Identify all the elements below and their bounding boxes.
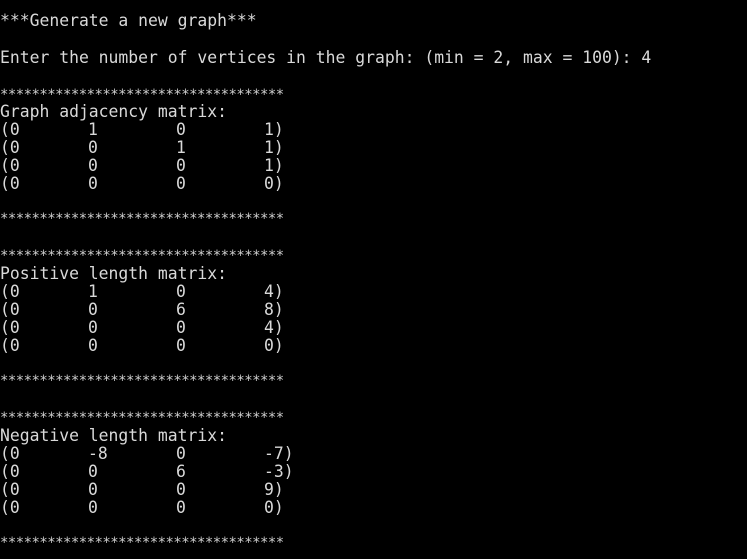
separator-line: ************************************ [0, 410, 284, 426]
matrix-cell: 0 [176, 480, 186, 499]
generate-graph-heading: ***Generate a new graph*** [0, 11, 257, 30]
matrix-cell: -7) [264, 444, 294, 463]
matrix-cell: 0 [176, 444, 186, 463]
matrix-cell: 0 [88, 462, 98, 481]
matrix-cell: 0 [176, 318, 186, 337]
matrix-cell: 6 [176, 300, 186, 319]
separator-line: ************************************ [0, 373, 284, 389]
matrix-cell: 1 [176, 138, 186, 157]
matrix-cell: 0 [176, 282, 186, 301]
matrix-cell: 1) [264, 156, 284, 175]
matrix-cell: (0 [0, 336, 20, 355]
matrix-cell: 4) [264, 318, 284, 337]
matrix-cell: 1 [88, 120, 98, 139]
matrix-cell: 0) [264, 174, 284, 193]
separator-line: ************************************ [0, 211, 284, 227]
matrix-cell: 0 [88, 156, 98, 175]
matrix-cell: (0 [0, 498, 20, 517]
matrix-cell: 0 [176, 120, 186, 139]
matrix-cell: (0 [0, 318, 20, 337]
matrix-cell: 1) [264, 120, 284, 139]
matrix-cell: 0) [264, 336, 284, 355]
matrix-cell: 0 [176, 336, 186, 355]
separator-line: ************************************ [0, 248, 284, 264]
matrix-cell: 0 [88, 138, 98, 157]
matrix-cell: 0 [176, 498, 186, 517]
matrix-cell: (0 [0, 282, 20, 301]
matrix-cell: (0 [0, 480, 20, 499]
matrix-cell: 6 [176, 462, 186, 481]
vertex-count-prompt: Enter the number of vertices in the grap… [0, 48, 652, 67]
matrix-cell: (0 [0, 120, 20, 139]
matrix-cell: 0 [176, 156, 186, 175]
matrix-cell: (0 [0, 156, 20, 175]
matrix-cell: 0 [88, 480, 98, 499]
matrix-cell: (0 [0, 138, 20, 157]
matrix-cell: -8 [88, 444, 108, 463]
matrix-cell: 0 [88, 174, 98, 193]
matrix-cell: 0 [88, 336, 98, 355]
separator-line: ************************************ [0, 87, 284, 103]
matrix-cell: (0 [0, 174, 20, 193]
negative-matrix-title: Negative length matrix: [0, 426, 227, 445]
matrix-cell: 0 [88, 498, 98, 517]
matrix-cell: (0 [0, 462, 20, 481]
matrix-cell: 1 [88, 282, 98, 301]
matrix-cell: 9) [264, 480, 284, 499]
matrix-cell: 0 [88, 300, 98, 319]
adjacency-matrix-title: Graph adjacency matrix: [0, 102, 227, 121]
matrix-cell: (0 [0, 444, 20, 463]
matrix-cell: 0) [264, 498, 284, 517]
matrix-cell: -3) [264, 462, 294, 481]
matrix-cell: (0 [0, 300, 20, 319]
matrix-cell: 0 [88, 318, 98, 337]
matrix-cell: 4) [264, 282, 284, 301]
matrix-cell: 8) [264, 300, 284, 319]
positive-matrix-title: Positive length matrix: [0, 264, 227, 283]
separator-line: ************************************ [0, 535, 284, 551]
matrix-cell: 0 [176, 174, 186, 193]
matrix-cell: 1) [264, 138, 284, 157]
console-window[interactable]: ***Generate a new graph*** Enter the num… [0, 0, 747, 559]
